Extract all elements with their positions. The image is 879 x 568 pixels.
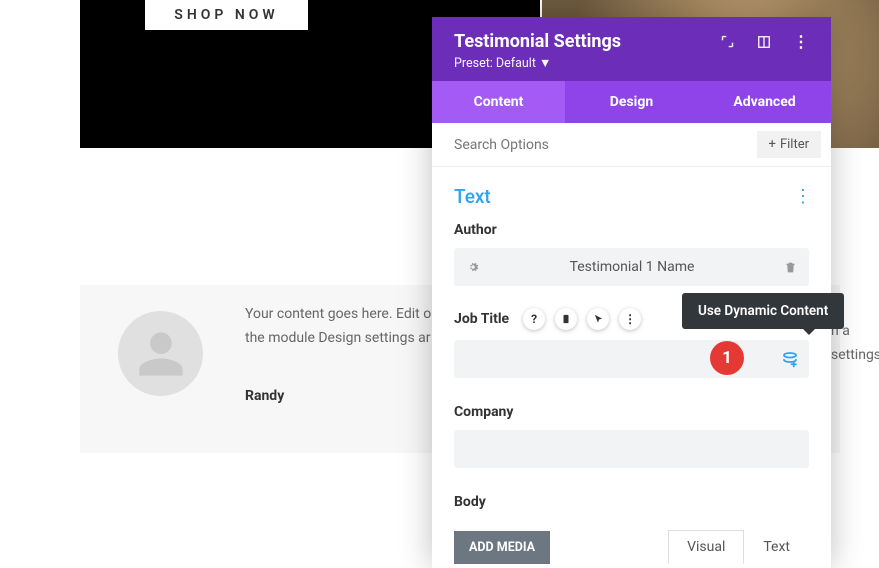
tab-design[interactable]: Design xyxy=(565,81,698,123)
testimonial-author: Randy xyxy=(245,385,431,409)
expand-icon[interactable] xyxy=(720,34,735,49)
panel-title: Testimonial Settings xyxy=(454,31,621,52)
panel-body: Text ⋮ Author Testimonial 1 Name Job Tit… xyxy=(432,167,831,568)
panel-header: Testimonial Settings ⋮ Preset: Default ▼ xyxy=(432,17,831,81)
section-kebab-icon[interactable]: ⋮ xyxy=(794,186,811,207)
plus-icon: + xyxy=(769,137,776,152)
company-input[interactable] xyxy=(454,430,809,468)
editor-tab-text[interactable]: Text xyxy=(744,530,809,564)
gear-icon[interactable] xyxy=(466,260,480,274)
search-row: +Filter xyxy=(432,123,831,167)
company-label: Company xyxy=(454,404,809,420)
body-line: Your content goes here. Edit o xyxy=(245,306,431,322)
body-label: Body xyxy=(454,494,809,510)
panel-tabs: Content Design Advanced xyxy=(432,81,831,123)
callout-marker-1: 1 xyxy=(710,341,744,375)
tooltip-dynamic-content: Use Dynamic Content xyxy=(682,293,844,329)
author-input[interactable]: Testimonial 1 Name xyxy=(454,248,809,286)
dynamic-content-icon[interactable] xyxy=(781,350,799,368)
preset-toggle[interactable]: Preset: Default ▼ xyxy=(454,56,809,71)
device-icon[interactable] xyxy=(555,308,577,330)
editor-tab-visual[interactable]: Visual xyxy=(668,530,744,564)
job-title-input[interactable] xyxy=(454,340,809,378)
snap-icon[interactable] xyxy=(757,35,771,49)
filter-button[interactable]: +Filter xyxy=(757,131,821,158)
add-media-button[interactable]: ADD MEDIA xyxy=(454,531,550,564)
tab-content[interactable]: Content xyxy=(432,81,565,123)
cursor-icon[interactable] xyxy=(587,308,609,330)
section-title-text[interactable]: Text xyxy=(454,185,491,208)
author-label: Author xyxy=(454,222,809,238)
avatar xyxy=(118,311,203,396)
search-input[interactable] xyxy=(454,137,757,153)
field-kebab-icon[interactable]: ⋮ xyxy=(619,308,641,330)
tab-advanced[interactable]: Advanced xyxy=(698,81,831,123)
author-value: Testimonial 1 Name xyxy=(480,259,784,275)
body-line: the module Design settings ar xyxy=(245,330,431,346)
testimonial-body: Your content goes here. Edit o the module… xyxy=(245,303,431,435)
menu-kebab-icon[interactable]: ⋮ xyxy=(793,32,809,51)
shop-now-button[interactable]: SHOP NOW xyxy=(145,0,308,30)
help-icon[interactable]: ? xyxy=(523,308,545,330)
trash-icon[interactable] xyxy=(784,261,797,274)
